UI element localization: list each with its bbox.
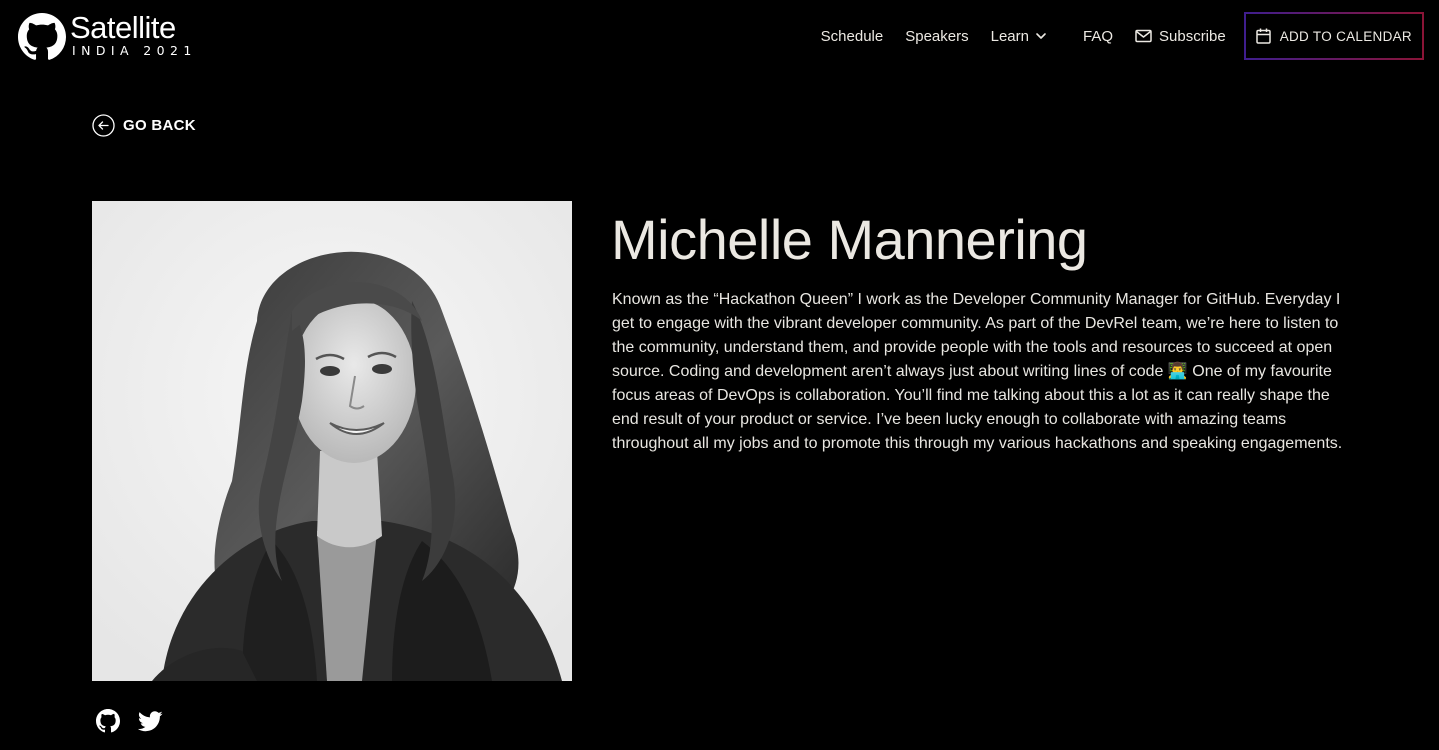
go-back-link[interactable]: GO BACK <box>92 114 196 137</box>
logo-text: Satellite INDIA 2021 <box>70 12 197 58</box>
logo-title: Satellite <box>70 10 176 45</box>
nav-speakers[interactable]: Speakers <box>905 28 968 45</box>
nav-learn-dropdown[interactable]: Learn <box>991 28 1047 45</box>
twitter-link[interactable] <box>137 708 163 734</box>
speaker-name: Michelle Mannering <box>611 208 1088 271</box>
mail-icon <box>1135 29 1152 43</box>
add-to-calendar-label: ADD TO CALENDAR <box>1279 28 1412 44</box>
nav-schedule[interactable]: Schedule <box>821 28 884 45</box>
nav-subscribe[interactable]: Subscribe <box>1135 28 1226 45</box>
speaker-bio: Known as the “Hackathon Queen” I work as… <box>612 291 1343 452</box>
speaker-photo <box>92 201 572 681</box>
speaker-social-links <box>95 708 163 734</box>
chevron-down-icon <box>1036 33 1046 39</box>
twitter-icon <box>137 710 163 731</box>
calendar-icon <box>1255 28 1271 44</box>
github-octocat-icon <box>18 13 66 60</box>
site-logo[interactable]: Satellite INDIA 2021 <box>18 12 197 61</box>
speaker-portrait-image <box>92 201 572 681</box>
nav-subscribe-label: Subscribe <box>1159 27 1226 45</box>
github-icon <box>96 709 120 733</box>
go-back-label: GO BACK <box>123 117 196 134</box>
add-to-calendar-button[interactable]: ADD TO CALENDAR <box>1244 12 1424 60</box>
main-nav: Schedule Speakers Learn FAQ Subscribe AD… <box>821 0 1439 72</box>
nav-faq[interactable]: FAQ <box>1083 28 1113 45</box>
github-link[interactable] <box>95 708 121 734</box>
arrow-left-circle-icon <box>92 114 115 137</box>
site-header: Satellite INDIA 2021 Schedule Speakers L… <box>0 0 1439 72</box>
logo-subtitle: INDIA 2021 <box>72 43 197 58</box>
nav-learn-label: Learn <box>990 27 1029 45</box>
